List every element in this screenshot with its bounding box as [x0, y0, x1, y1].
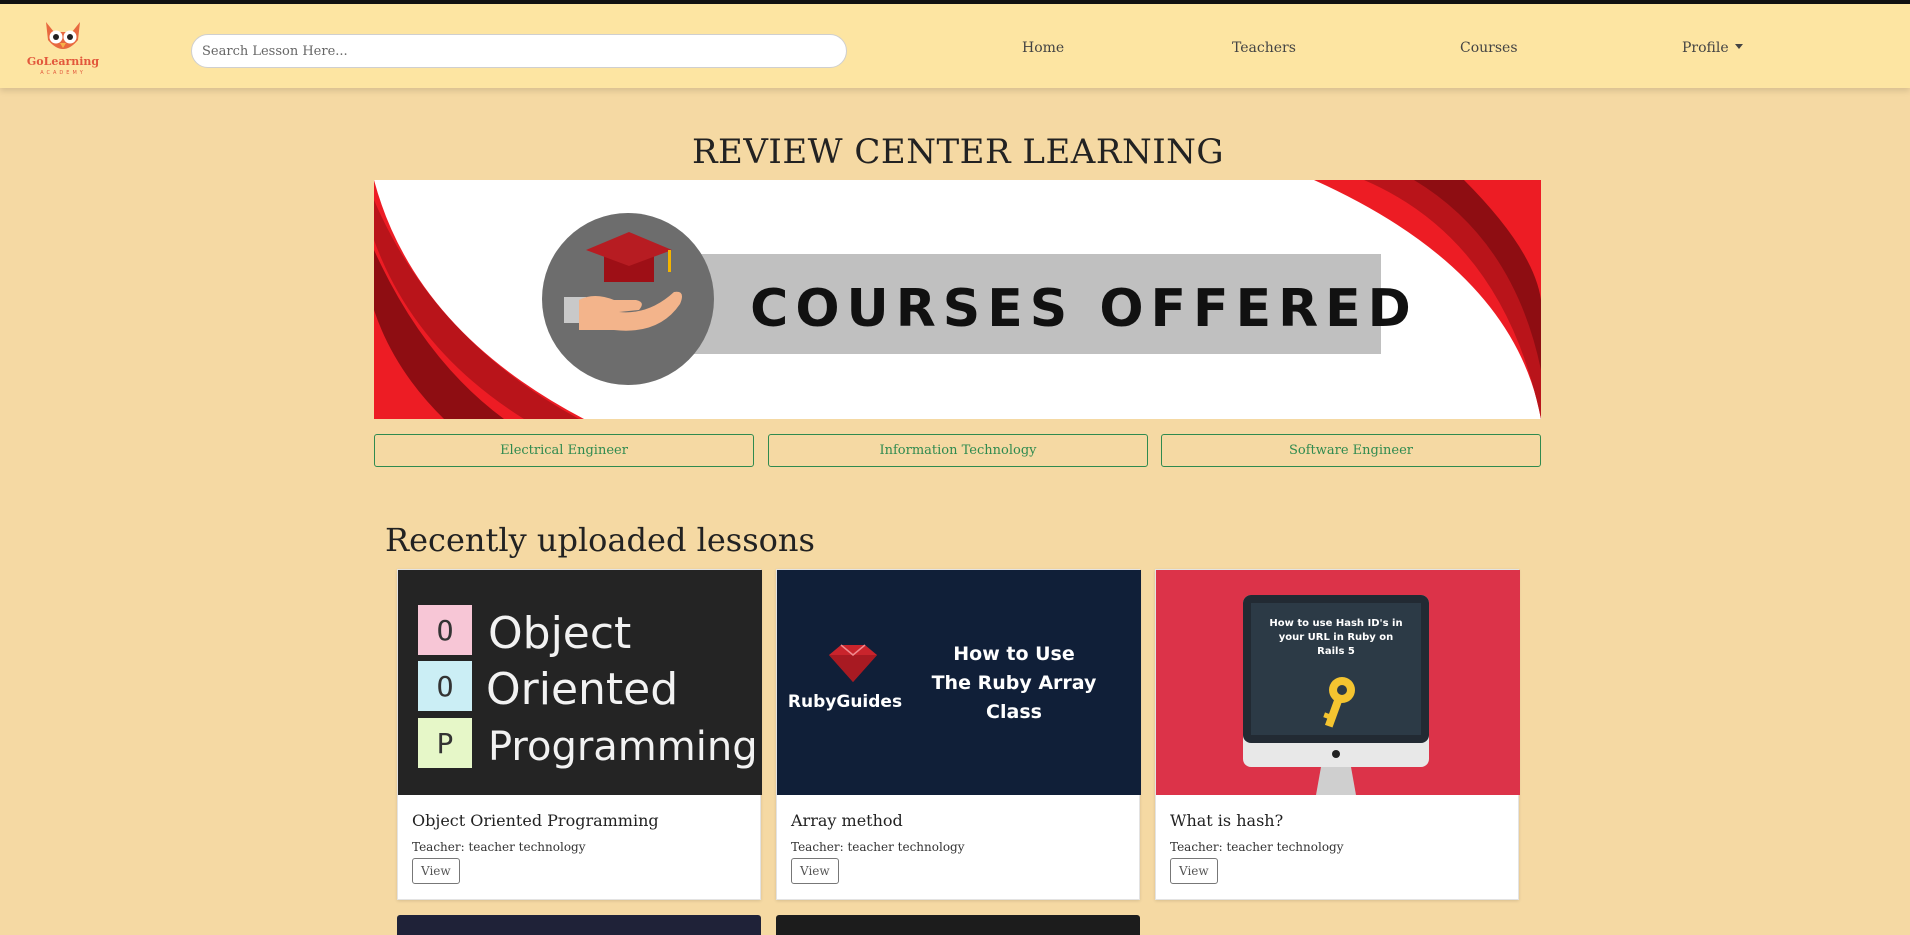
- course-button-information-technology[interactable]: Information Technology: [768, 434, 1148, 467]
- caret-down-icon: [1734, 44, 1743, 49]
- page-title: REVIEW CENTER LEARNING: [691, 132, 1225, 172]
- rubyguides-brand: RubyGuides: [788, 692, 902, 712]
- nav-profile-dropdown[interactable]: Profile: [1682, 40, 1743, 56]
- top-navbar: GoLearning ACADEMY Home Teachers Courses…: [0, 0, 1910, 88]
- oop-letter-p: P: [437, 727, 454, 760]
- oop-letter-o2: O: [437, 670, 454, 703]
- oop-letter-o1: O: [437, 614, 454, 647]
- lesson-card-partial[interactable]: [397, 915, 761, 935]
- oop-word-3: Programming: [488, 724, 758, 770]
- lesson-card: How to use Hash ID's in your URL in Ruby…: [1155, 569, 1520, 900]
- logo-subtext: ACADEMY: [40, 70, 86, 76]
- lesson-title: What is hash?: [1170, 811, 1284, 830]
- course-button-electrical-engineer[interactable]: Electrical Engineer: [374, 434, 754, 467]
- search-input[interactable]: [191, 34, 847, 68]
- nav-teachers[interactable]: Teachers: [1232, 40, 1296, 56]
- lesson-thumbnail-hash[interactable]: How to use Hash ID's in your URL in Ruby…: [1156, 570, 1520, 795]
- hash-line-3: Rails 5: [1317, 646, 1355, 657]
- lesson-title: Object Oriented Programming: [412, 811, 659, 830]
- site-logo[interactable]: GoLearning ACADEMY: [24, 18, 102, 82]
- lesson-card: RubyGuides How to Use The Ruby Array Cla…: [776, 569, 1141, 900]
- banner-text: COURSES OFFERED: [750, 279, 1418, 339]
- ruby-line-3: Class: [986, 701, 1042, 723]
- ruby-line-2: The Ruby Array: [932, 672, 1097, 694]
- oop-word-1: Object: [488, 608, 631, 659]
- oop-word-2: Oriented: [486, 664, 678, 715]
- nav-courses[interactable]: Courses: [1460, 40, 1518, 56]
- nav-home[interactable]: Home: [1022, 40, 1064, 56]
- recent-lessons-heading: Recently uploaded lessons: [385, 521, 815, 559]
- ruby-line-1: How to Use: [953, 643, 1075, 665]
- lesson-thumbnail-oop[interactable]: O O P Object Oriented Programming: [398, 570, 762, 795]
- view-lesson-button[interactable]: View: [1170, 858, 1218, 884]
- nav-profile-label: Profile: [1682, 40, 1729, 56]
- course-button-software-engineer[interactable]: Software Engineer: [1161, 434, 1541, 467]
- lesson-thumbnail-ruby-array[interactable]: RubyGuides How to Use The Ruby Array Cla…: [777, 570, 1141, 795]
- lesson-teacher: Teacher: teacher technology: [412, 840, 586, 854]
- hash-line-2: your URL in Ruby on: [1279, 632, 1394, 643]
- lesson-teacher: Teacher: teacher technology: [1170, 840, 1344, 854]
- owl-logo-icon: [46, 22, 80, 49]
- lesson-title: Array method: [791, 811, 903, 830]
- logo-text: GoLearning: [26, 55, 100, 68]
- courses-offered-banner: COURSES OFFERED: [374, 180, 1541, 419]
- lesson-card-partial[interactable]: [776, 915, 1140, 935]
- lesson-teacher: Teacher: teacher technology: [791, 840, 965, 854]
- lesson-card: O O P Object Oriented Programming Object…: [397, 569, 762, 900]
- hash-line-1: How to use Hash ID's in: [1269, 618, 1402, 629]
- view-lesson-button[interactable]: View: [412, 858, 460, 884]
- view-lesson-button[interactable]: View: [791, 858, 839, 884]
